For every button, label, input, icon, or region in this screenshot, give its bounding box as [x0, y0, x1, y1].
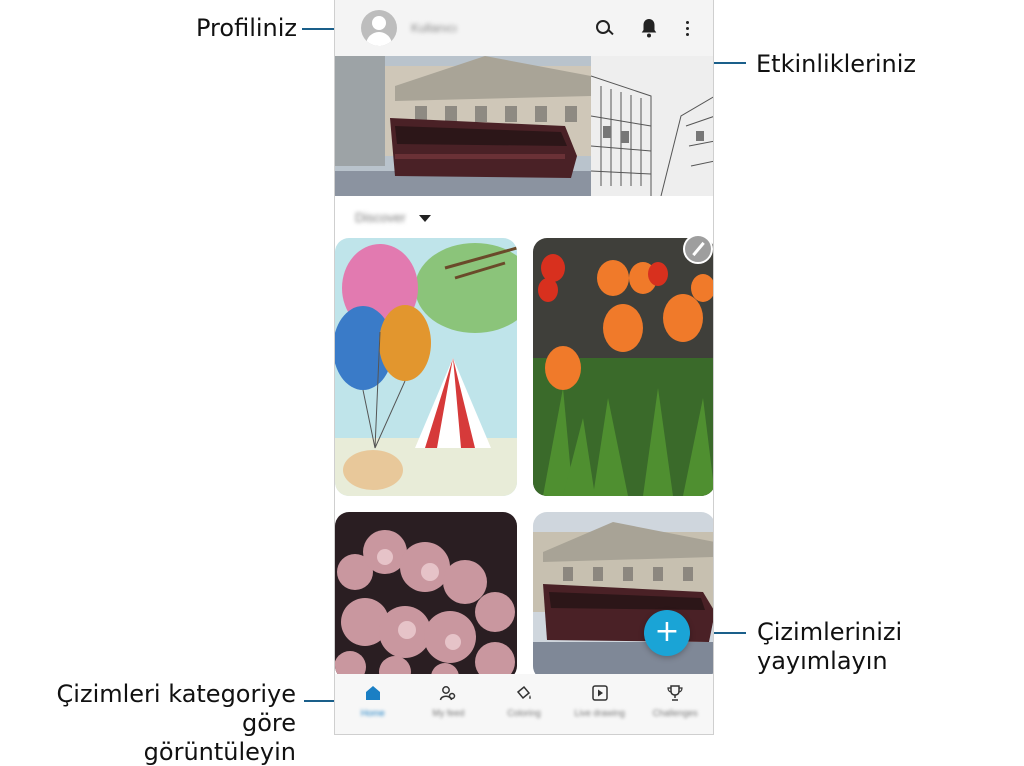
home-icon: [365, 686, 380, 700]
tulips-svg: [533, 238, 713, 496]
search-icon[interactable]: [591, 16, 615, 40]
avatar[interactable]: [361, 10, 397, 46]
banner-tram-svg: [335, 56, 591, 196]
nav-item-home[interactable]: Home: [335, 674, 411, 734]
callout-category-line2: görüntüleyin: [143, 737, 296, 766]
drawing-card-balloons[interactable]: [335, 238, 517, 496]
chevron-down-icon[interactable]: [419, 215, 431, 222]
tram-card-svg: [533, 512, 713, 680]
nav-item-live-drawing[interactable]: Live drawing: [562, 674, 638, 734]
search-icon-handle: [607, 28, 614, 36]
avatar-body: [366, 32, 392, 46]
nav-label-my-feed: My feed: [432, 708, 465, 718]
drawing-card-tram[interactable]: [533, 512, 713, 680]
play-icon: [591, 685, 608, 701]
people-icon: [440, 686, 456, 701]
nav-item-coloring[interactable]: Coloring: [486, 674, 562, 734]
phone-screen: Kullanıcı Discover + Home My feed Colori…: [334, 0, 714, 735]
more-dot: [686, 33, 689, 36]
callout-profile: Profiliniz: [196, 14, 298, 42]
more-dot: [686, 21, 689, 24]
drawing-card-blossoms[interactable]: [335, 512, 517, 680]
more-icon[interactable]: [675, 16, 699, 40]
drawing-card-tulips[interactable]: [533, 238, 713, 496]
bell-icon[interactable]: [637, 16, 661, 40]
publish-fab-button[interactable]: +: [644, 610, 690, 656]
bottom-navigation: Home My feed Coloring Live drawing Chall…: [335, 674, 713, 734]
blossoms-svg: [335, 512, 517, 680]
avatar-head: [372, 16, 386, 30]
banner-tram-photo[interactable]: [335, 56, 591, 196]
paint-bucket-icon: [516, 685, 531, 700]
search-icon-ring: [596, 20, 610, 34]
nav-item-my-feed[interactable]: My feed: [411, 674, 487, 734]
nav-item-challenges[interactable]: Challenges: [637, 674, 713, 734]
nav-label-live-drawing: Live drawing: [574, 708, 625, 718]
balloons-svg: [335, 238, 517, 496]
more-dot: [686, 27, 689, 30]
category-dropdown-label[interactable]: Discover: [355, 210, 406, 225]
nav-label-coloring: Coloring: [507, 708, 541, 718]
username[interactable]: Kullanıcı: [411, 21, 457, 35]
app-bar: Kullanıcı: [335, 0, 713, 56]
callout-activities: Etkinlikleriniz: [756, 50, 917, 78]
trophy-icon: [667, 685, 683, 701]
callout-category: Çizimleri kategoriye göre görüntüleyin: [10, 680, 296, 766]
pen-stroke: [692, 241, 705, 257]
callout-publish: Çizimlerinizi yayımlayın: [757, 618, 903, 675]
banner-sketch-image[interactable]: [591, 56, 713, 196]
nav-label-home: Home: [360, 708, 385, 718]
edit-pen-icon[interactable]: [683, 234, 713, 264]
banner-sketch-svg: [591, 56, 713, 196]
nav-label-challenges: Challenges: [652, 708, 698, 718]
callout-category-line1: Çizimleri kategoriye göre: [56, 680, 296, 737]
bell-icon-svg: [641, 19, 657, 38]
